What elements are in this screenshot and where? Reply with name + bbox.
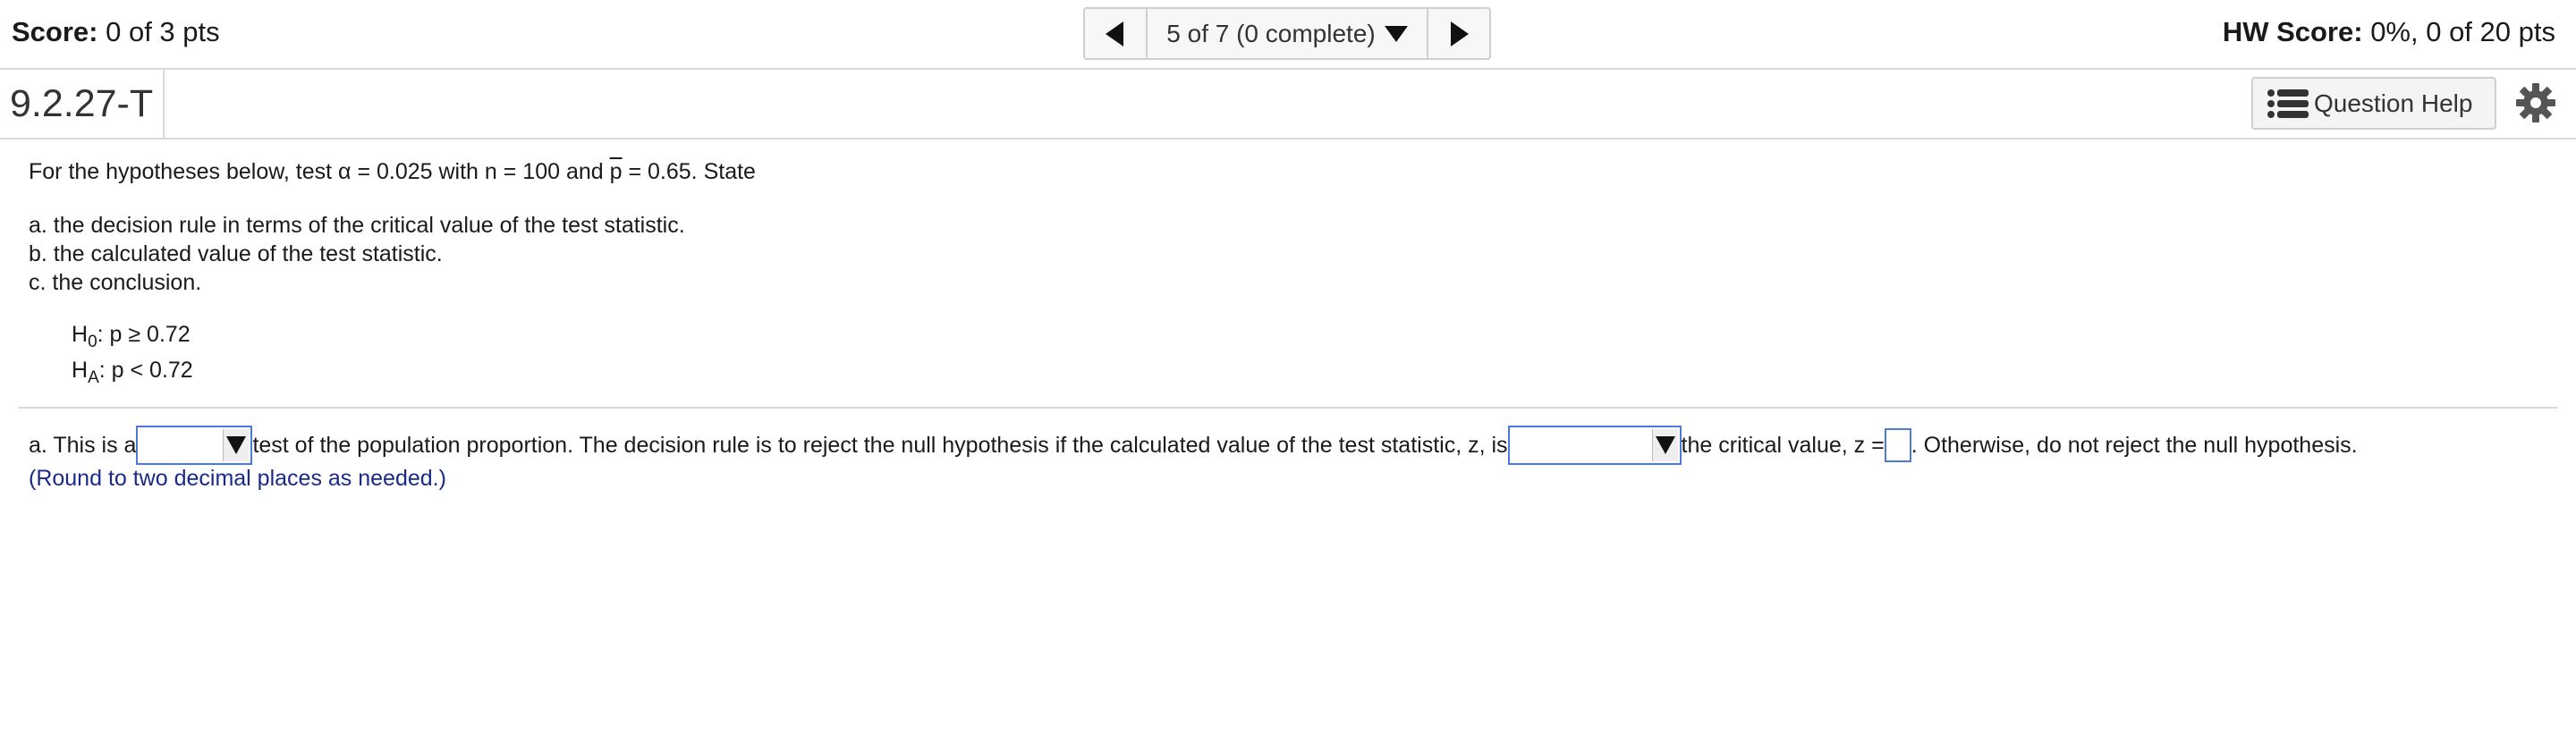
alpha-symbol: α	[338, 159, 352, 184]
next-arrow-icon	[1451, 21, 1469, 46]
dropdown-arrow-icon	[1651, 429, 1678, 461]
h0-letter: H	[72, 322, 89, 347]
previous-question-button[interactable]	[1085, 9, 1146, 58]
answer-line: a. This is a test of the population prop…	[29, 426, 2358, 465]
item-b: b. the calculated value of the test stat…	[29, 241, 443, 266]
question-help-button[interactable]: Question Help	[2251, 77, 2496, 130]
problem-intro: For the hypotheses below, test α = 0.025…	[29, 157, 756, 186]
list-icon	[2267, 89, 2309, 118]
score-bar: Score: 0 of 3 pts 5 of 7 (0 complete) HW…	[0, 0, 2576, 70]
answer-prefix: a. This is a	[29, 432, 137, 458]
h0-expression: : p ≥ 0.72	[97, 322, 191, 347]
answer-middle: test of the population proportion. The d…	[252, 432, 1508, 458]
rounding-hint: (Round to two decimal places as needed.)	[29, 466, 446, 491]
item-c: c. the conclusion.	[29, 270, 202, 295]
question-score: Score: 0 of 3 pts	[12, 16, 220, 48]
question-selector[interactable]: 5 of 7 (0 complete)	[1146, 9, 1428, 58]
comparison-dropdown[interactable]	[1507, 426, 1682, 465]
critical-value-text: the critical value, z =	[1681, 432, 1885, 458]
prev-arrow-icon	[1106, 21, 1123, 46]
h0-subscript: 0	[88, 333, 97, 351]
question-help-label: Question Help	[2314, 89, 2473, 117]
hw-score-value: 0%, 0 of 20 pts	[2370, 16, 2555, 47]
critical-z-input[interactable]	[1884, 428, 1911, 462]
gear-icon[interactable]	[2515, 82, 2556, 123]
alternative-hypothesis: HA: p < 0.72	[72, 356, 193, 392]
question-header: 9.2.27-T Question Help	[0, 70, 2576, 139]
divider	[18, 407, 2558, 409]
chevron-down-icon	[1384, 25, 1408, 42]
p-bar-symbol: p	[609, 159, 623, 184]
intro-text-1: For the hypotheses below, test	[29, 159, 339, 184]
next-question-button[interactable]	[1428, 9, 1489, 58]
ha-subscript: A	[88, 368, 99, 387]
score-value: 0 of 3 pts	[106, 16, 220, 47]
null-hypothesis: H0: p ≥ 0.72	[72, 320, 193, 356]
score-label: Score:	[12, 16, 98, 47]
problem-items: a. the decision rule in terms of the cri…	[29, 211, 685, 297]
homework-score: HW Score: 0%, 0 of 20 pts	[2223, 16, 2555, 48]
answer-suffix: . Otherwise, do not reject the null hypo…	[1911, 432, 2358, 458]
hypotheses: H0: p ≥ 0.72 HA: p < 0.72	[72, 320, 193, 392]
question-navigator: 5 of 7 (0 complete)	[1083, 7, 1491, 60]
ha-letter: H	[72, 358, 89, 383]
dropdown-arrow-icon	[223, 429, 250, 461]
test-type-dropdown[interactable]	[136, 426, 253, 465]
item-a: a. the decision rule in terms of the cri…	[29, 213, 685, 238]
question-position: 5 of 7 (0 complete)	[1166, 19, 1376, 47]
ha-expression: : p < 0.72	[98, 358, 193, 383]
intro-text-2: = 0.025 with n = 100 and	[351, 159, 610, 184]
hw-score-label: HW Score:	[2222, 16, 2363, 47]
intro-text-3: = 0.65. State	[622, 159, 756, 184]
question-id: 9.2.27-T	[0, 70, 165, 138]
